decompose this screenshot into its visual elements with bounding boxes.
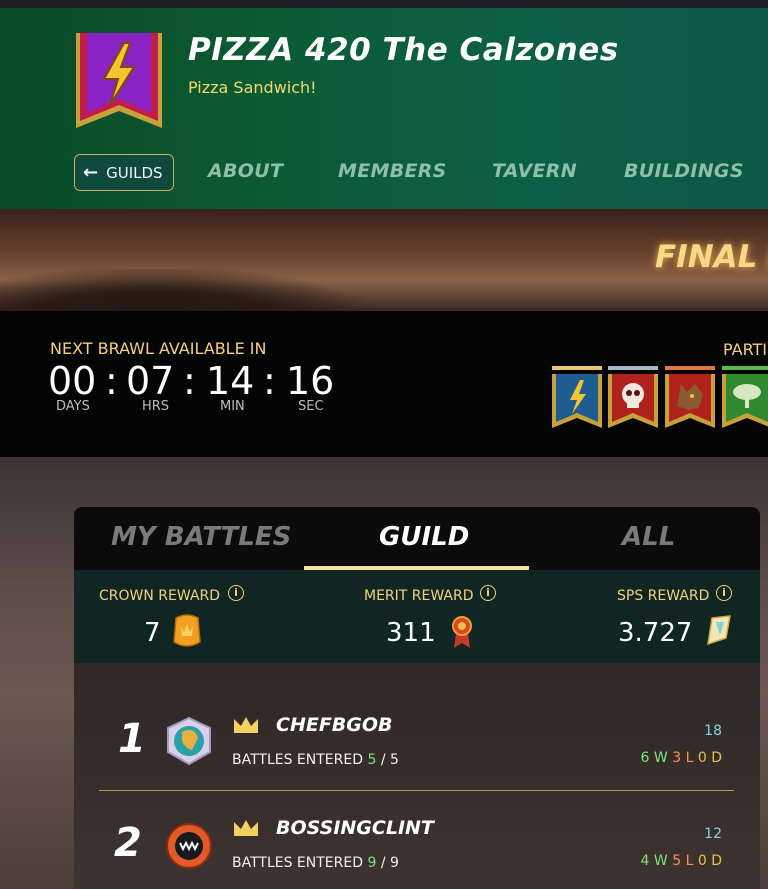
timer-sec: 16: [286, 359, 335, 403]
top-bar: [0, 0, 768, 8]
timer-sep-3: :: [263, 359, 276, 403]
merit-reward-label: MERIT REWARD: [364, 588, 474, 604]
draws-label: D: [711, 750, 722, 766]
win-loss-draw: 6 W 3 L 0 D: [622, 750, 722, 766]
player-avatar[interactable]: [164, 716, 214, 766]
crown-reward-value: 7: [144, 618, 161, 648]
hero-banner: FINAL R: [0, 209, 768, 329]
battles-entered: BATTLES ENTERED 5 / 5: [232, 752, 399, 768]
battles-entered-count: 5: [367, 752, 377, 768]
draws-count: 0: [697, 853, 707, 869]
crown-token-icon: [173, 614, 201, 647]
guild-rankings-list: 1 CHEFBGOB BATTLES ENTERED 5 / 5 18 6 W …: [74, 663, 760, 889]
unit-days: DAYS: [56, 399, 90, 414]
tab-all[interactable]: ALL: [622, 522, 675, 552]
timer-min: 14: [206, 359, 255, 403]
player-avatar[interactable]: [164, 821, 214, 871]
timer-sep-2: :: [183, 359, 196, 403]
losses-count: 5: [672, 853, 682, 869]
rank-number: 1: [118, 716, 146, 762]
battles-panel: MY BATTLES GUILD ALL CROWN REWARD i 7 ME…: [74, 507, 760, 889]
rewards-row: CROWN REWARD i 7 MERIT REWARD i 311 SPS …: [74, 570, 760, 663]
sps-reward-value: 3.727: [618, 618, 693, 648]
battles-slash: /: [380, 855, 386, 871]
sps-crystal-icon: [707, 615, 731, 646]
wins-count: 4: [640, 853, 650, 869]
crown-icon: [234, 717, 258, 733]
row-divider: [99, 790, 734, 791]
crown-icon: [234, 820, 258, 836]
tree-flag-icon[interactable]: [722, 366, 768, 428]
wolf-flag-icon[interactable]: [665, 366, 715, 428]
tab-guild[interactable]: GUILD: [379, 522, 469, 552]
tab-tavern[interactable]: TAVERN: [492, 160, 577, 182]
battles-label: BATTLES ENTERED: [232, 752, 364, 768]
losses-label: L: [685, 750, 694, 766]
player-score: 12: [704, 826, 722, 842]
back-button-label: GUILDS: [106, 163, 163, 182]
battles-entered: BATTLES ENTERED 9 / 9: [232, 855, 399, 871]
crown-reward-label: CROWN REWARD: [99, 588, 221, 604]
unit-min: MIN: [220, 399, 245, 414]
sps-reward-label: SPS REWARD: [617, 588, 710, 604]
rank-number: 2: [114, 820, 142, 866]
hero-title: FINAL R: [655, 239, 768, 275]
losses-label: L: [685, 853, 694, 869]
timer-hrs: 07: [126, 359, 175, 403]
skull-flag-icon[interactable]: [608, 366, 658, 428]
tab-about[interactable]: ABOUT: [208, 160, 283, 182]
tab-my-battles[interactable]: MY BATTLES: [111, 522, 291, 552]
guild-motto: Pizza Sandwich!: [188, 78, 317, 97]
timer-days: 00: [48, 359, 97, 403]
battles-total: 5: [390, 752, 399, 768]
guild-banner-icon: [76, 33, 162, 128]
crown-info-icon[interactable]: i: [228, 585, 244, 601]
tab-members[interactable]: MEMBERS: [338, 160, 447, 182]
losses-count: 3: [672, 750, 682, 766]
wins-label: W: [653, 853, 668, 869]
lightning-flag-icon[interactable]: [552, 366, 602, 428]
wins-label: W: [653, 750, 668, 766]
tab-buildings[interactable]: BUILDINGS: [624, 160, 744, 182]
guild-name: PIZZA 420 The Calzones: [188, 32, 619, 68]
brawl-countdown-bar: NEXT BRAWL AVAILABLE IN 00 : 07 : 14 : 1…: [0, 311, 768, 457]
battles-slash: /: [380, 752, 386, 768]
wins-count: 6: [640, 750, 650, 766]
player-name[interactable]: CHEFBGOB: [276, 714, 393, 736]
back-to-guilds-button[interactable]: ← GUILDS: [74, 154, 174, 191]
unit-sec: SEC: [298, 399, 324, 414]
draws-count: 0: [697, 750, 707, 766]
player-name[interactable]: BOSSINGCLINT: [276, 817, 434, 839]
battles-total: 9: [390, 855, 399, 871]
battles-label: BATTLES ENTERED: [232, 855, 364, 871]
battles-entered-count: 9: [367, 855, 377, 871]
participants-label: PARTI: [723, 340, 768, 359]
next-brawl-label: NEXT BRAWL AVAILABLE IN: [50, 339, 267, 358]
arrow-left-icon: ←: [83, 162, 99, 183]
merit-medal-icon: [452, 616, 472, 648]
merit-reward-value: 311: [386, 618, 436, 648]
merit-info-icon[interactable]: i: [480, 585, 496, 601]
unit-hrs: HRS: [142, 399, 170, 414]
timer-sep-1: :: [105, 359, 118, 403]
win-loss-draw: 4 W 5 L 0 D: [622, 853, 722, 869]
player-score: 18: [704, 723, 722, 739]
sps-info-icon[interactable]: i: [716, 585, 732, 601]
guild-header: PIZZA 420 The Calzones Pizza Sandwich! ←…: [0, 8, 768, 209]
draws-label: D: [711, 853, 722, 869]
